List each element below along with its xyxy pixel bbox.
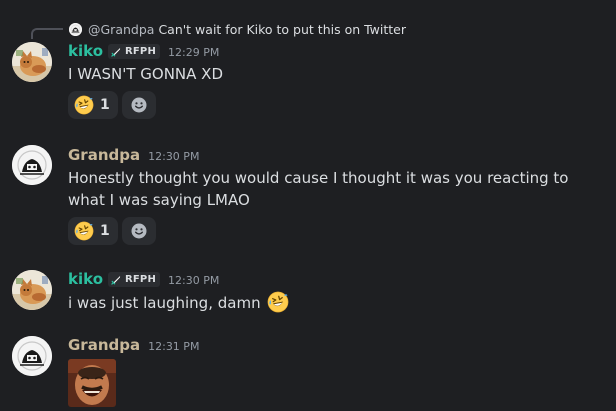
message-text-body: i was just laughing, damn (68, 294, 261, 312)
add-reaction-button[interactable] (121, 91, 156, 119)
sword-icon (111, 274, 122, 285)
reaction-rofl[interactable]: 1 (68, 91, 118, 119)
reply-author[interactable]: @Grandpa (88, 22, 154, 37)
message-text: Honestly thought you would cause I thoug… (68, 169, 569, 209)
role-badge[interactable]: RFPH (108, 271, 161, 287)
message-header: kiko RFPH 12:30 PM (68, 269, 289, 289)
avatar[interactable] (12, 270, 52, 310)
reaction-rofl[interactable]: 1 (68, 217, 118, 245)
rofl-emoji-icon[interactable] (267, 291, 289, 313)
chat-window: @Grandpa Can't wait for Kiko to put this… (0, 0, 616, 411)
reply-text[interactable]: Can't wait for Kiko to put this on Twitt… (158, 22, 406, 37)
rofl-emoji-icon (74, 95, 94, 115)
reactions: 1 (68, 91, 223, 119)
reaction-count: 1 (100, 97, 110, 113)
reactions: 1 (68, 217, 598, 245)
reaction-count: 1 (100, 223, 110, 239)
author-name[interactable]: kiko (68, 42, 103, 60)
timestamp[interactable]: 12:29 PM (168, 46, 219, 59)
avatar[interactable] (12, 42, 52, 82)
role-label: RFPH (125, 45, 157, 57)
laughing-man-image (68, 359, 116, 407)
message: kiko RFPH 12:30 PM i was just laughing, … (68, 269, 289, 314)
add-reaction-button[interactable] (121, 217, 156, 245)
smile-icon (129, 221, 149, 241)
timestamp[interactable]: 12:30 PM (148, 150, 199, 163)
timestamp[interactable]: 12:30 PM (168, 274, 219, 287)
timestamp[interactable]: 12:31 PM (148, 340, 199, 353)
avatar[interactable] (12, 336, 52, 376)
role-label: RFPH (125, 273, 157, 285)
role-badge[interactable]: RFPH (108, 43, 161, 59)
image-attachment[interactable] (68, 359, 116, 407)
author-name[interactable]: Grandpa (68, 146, 140, 164)
message-text: i was just laughing, damn (68, 291, 289, 314)
author-name[interactable]: kiko (68, 270, 103, 288)
rofl-emoji-icon (74, 221, 94, 241)
reply-reference[interactable]: @Grandpa Can't wait for Kiko to put this… (69, 20, 406, 38)
message-header: Grandpa 12:30 PM (68, 145, 598, 165)
message-text: I WASN'T GONNA XD (68, 65, 223, 83)
author-name[interactable]: Grandpa (68, 336, 140, 354)
message-header: kiko RFPH 12:29 PM (68, 41, 223, 61)
reply-connector (31, 28, 63, 39)
message-header: Grandpa 12:31 PM (68, 335, 199, 355)
smile-icon (129, 95, 149, 115)
sword-icon (111, 46, 122, 57)
message: Grandpa 12:31 PM (68, 335, 199, 407)
message: Grandpa 12:30 PM Honestly thought you wo… (68, 145, 598, 245)
message: kiko RFPH 12:29 PM I WASN'T GONNA XD 1 (68, 41, 223, 119)
reply-avatar (69, 22, 82, 36)
avatar[interactable] (12, 145, 52, 185)
